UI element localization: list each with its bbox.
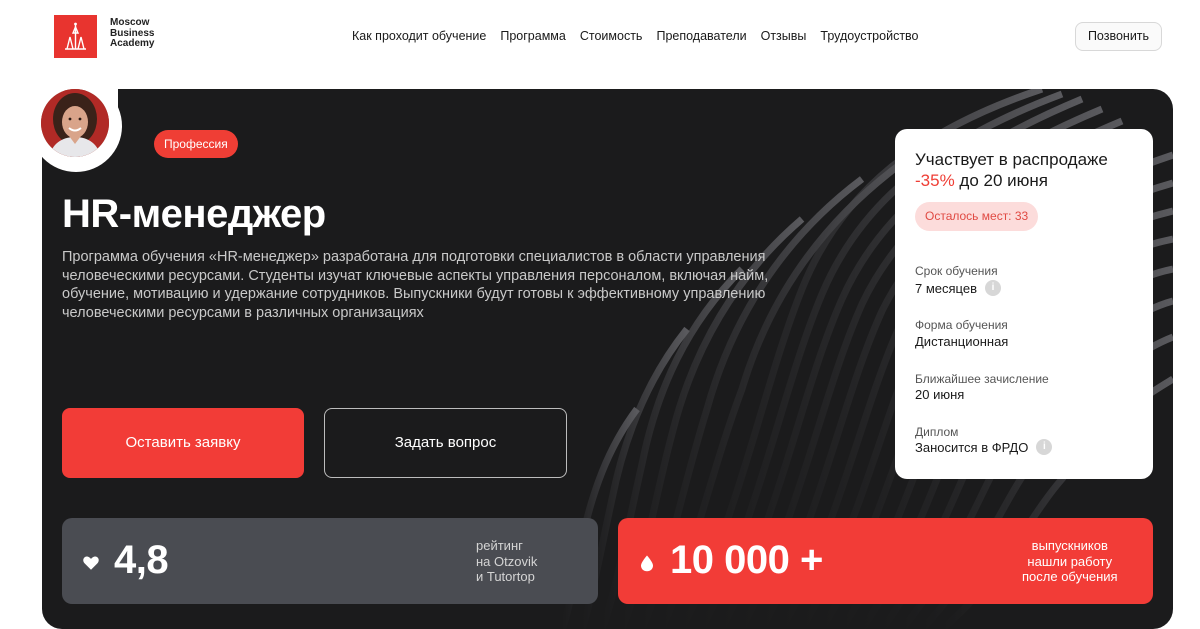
nav-item-employment[interactable]: Трудоустройство: [820, 29, 918, 43]
duration-value: 7 месяцев i: [915, 280, 1001, 296]
program-description: Программа обучения «HR-менеджер» разрабо…: [62, 249, 769, 321]
drop-icon: [641, 555, 653, 572]
discount-value: -35%: [915, 171, 955, 190]
enrollment-value: 20 июня: [915, 387, 964, 402]
diploma-value: Заносится в ФРДО i: [915, 439, 1053, 455]
format-label: Форма обучения: [915, 318, 1008, 332]
rating-caption: рейтинг на Otzovik и Tutortop: [476, 538, 538, 584]
nav-item-teachers[interactable]: Преподаватели: [656, 29, 746, 43]
avatar: [41, 89, 109, 157]
logo-icon[interactable]: [54, 15, 97, 58]
info-icon[interactable]: i: [985, 280, 1001, 296]
ask-question-button[interactable]: Задать вопрос: [324, 408, 567, 478]
heart-icon: [83, 556, 99, 570]
graduates-caption: выпускников нашли работу после обучения: [1022, 538, 1118, 584]
sale-heading-suffix: до 20 июня: [954, 171, 1048, 190]
profession-badge: Профессия: [154, 130, 238, 158]
logo-text: Moscow Business Academy: [110, 17, 155, 49]
format-value: Дистанционная: [915, 334, 1008, 349]
page-margin: [0, 75, 42, 615]
apply-button[interactable]: Оставить заявку: [62, 408, 304, 478]
main-nav: Как проходит обучение Программа Стоимост…: [352, 29, 933, 43]
diploma-text: Заносится в ФРДО: [915, 439, 1029, 455]
info-icon[interactable]: i: [1036, 439, 1053, 455]
graduates-stat: 10 000 + выпускников нашли работу после …: [618, 518, 1153, 604]
avatar-portrait-icon: [41, 89, 109, 157]
duration-text: 7 месяцев: [915, 280, 977, 296]
rating-stat: 4,8 рейтинг на Otzovik и Tutortop: [62, 518, 598, 604]
duration-label: Срок обучения: [915, 264, 998, 278]
nav-item-price[interactable]: Стоимость: [580, 29, 643, 43]
call-button[interactable]: Позвонить: [1075, 22, 1162, 51]
rating-value: 4,8: [114, 538, 169, 582]
site-header: Moscow Business Academy Как проходит обу…: [0, 0, 1200, 75]
sale-heading: Участвует в распродаже -35% до 20 июня: [915, 149, 1145, 191]
enrollment-text: 20 июня: [915, 387, 965, 402]
seats-left-badge: Осталось мест: 33: [915, 202, 1039, 231]
diploma-label: Диплом: [915, 425, 959, 439]
nav-item-program[interactable]: Программа: [500, 29, 566, 43]
format-text: Дистанционная: [915, 334, 1009, 349]
page-title: HR-менеджер: [62, 192, 326, 236]
graduates-value: 10 000 +: [670, 538, 823, 582]
enrollment-label: Ближайшее зачисление: [915, 372, 1049, 386]
course-info-card: Участвует в распродаже -35% до 20 июня О…: [895, 129, 1153, 479]
nav-item-reviews[interactable]: Отзывы: [761, 29, 807, 43]
sale-heading-prefix: Участвует в распродаже: [915, 150, 1108, 169]
nav-item-how-it-works[interactable]: Как проходит обучение: [352, 29, 486, 43]
